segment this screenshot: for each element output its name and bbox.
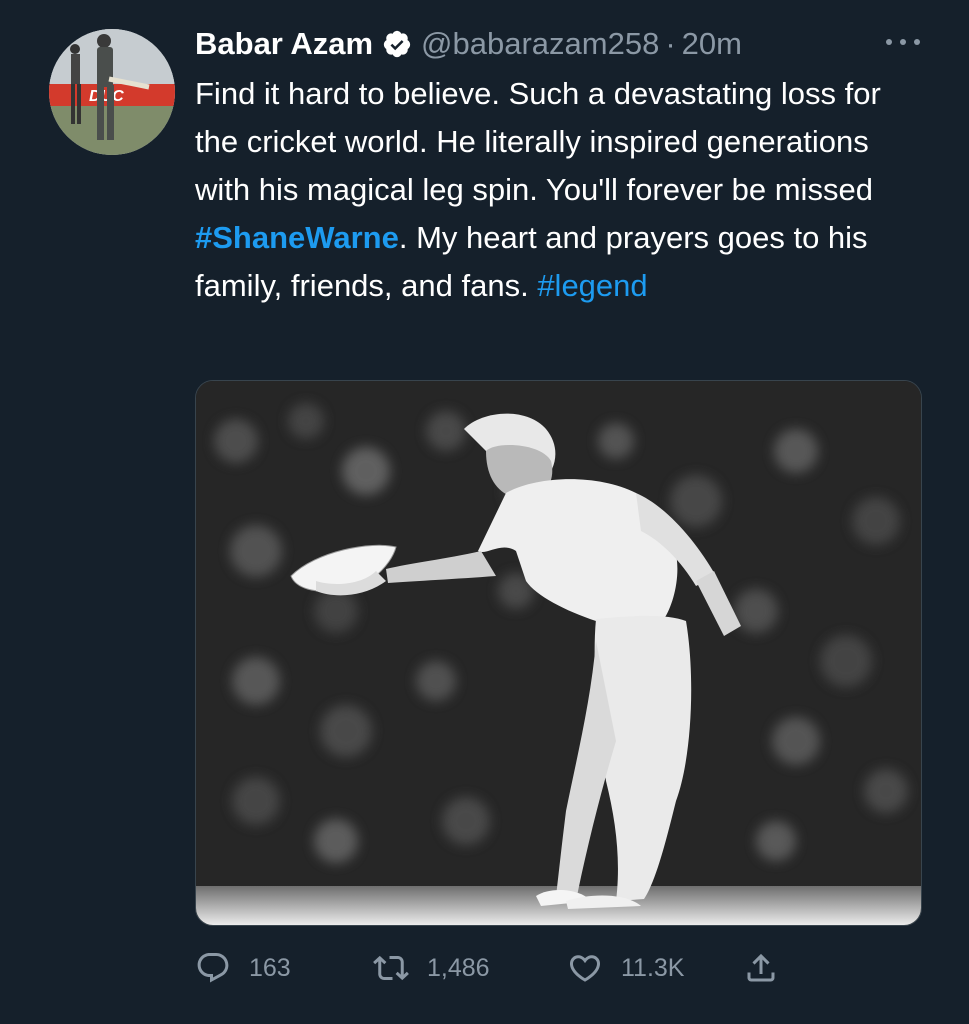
share-icon [747, 953, 775, 982]
reply-button[interactable]: 163 [195, 948, 291, 988]
retweet-count: 1,486 [427, 953, 490, 982]
tweet-text-segment: Find it hard to believe. Such a devastat… [195, 76, 881, 207]
share-button[interactable] [743, 948, 797, 988]
like-button[interactable]: 11.3K [567, 948, 684, 988]
author-name[interactable]: Babar Azam [195, 26, 373, 62]
svg-text:DUC: DUC [89, 88, 124, 105]
avatar[interactable]: DUC [49, 29, 175, 155]
tweet-body: Babar Azam @babarazam258 · 20m Find it h… [195, 20, 925, 310]
tweet[interactable]: DUC Babar Azam @babarazam258 · 20m Find … [0, 0, 969, 1024]
heart-icon [569, 955, 601, 982]
retweet-icon [373, 955, 409, 981]
tweet-actions: 163 1,486 11.3K [195, 948, 815, 988]
hashtag-legend[interactable]: #legend [537, 268, 647, 303]
more-icon[interactable] [886, 34, 920, 50]
tweet-text: Find it hard to believe. Such a devastat… [195, 70, 920, 310]
retweet-button[interactable]: 1,486 [373, 948, 490, 988]
verified-badge-icon [382, 29, 412, 59]
tweet-time[interactable]: 20m [682, 26, 742, 62]
like-count: 11.3K [621, 953, 685, 982]
reply-count: 163 [249, 953, 291, 982]
hashtag-shanewarne[interactable]: #ShaneWarne [195, 220, 399, 255]
separator-dot: · [665, 26, 676, 61]
tweet-header: Babar Azam @babarazam258 · 20m [195, 20, 925, 68]
reply-icon [197, 953, 229, 983]
author-handle[interactable]: @babarazam258 [421, 26, 659, 62]
tweet-photo[interactable] [195, 380, 922, 926]
